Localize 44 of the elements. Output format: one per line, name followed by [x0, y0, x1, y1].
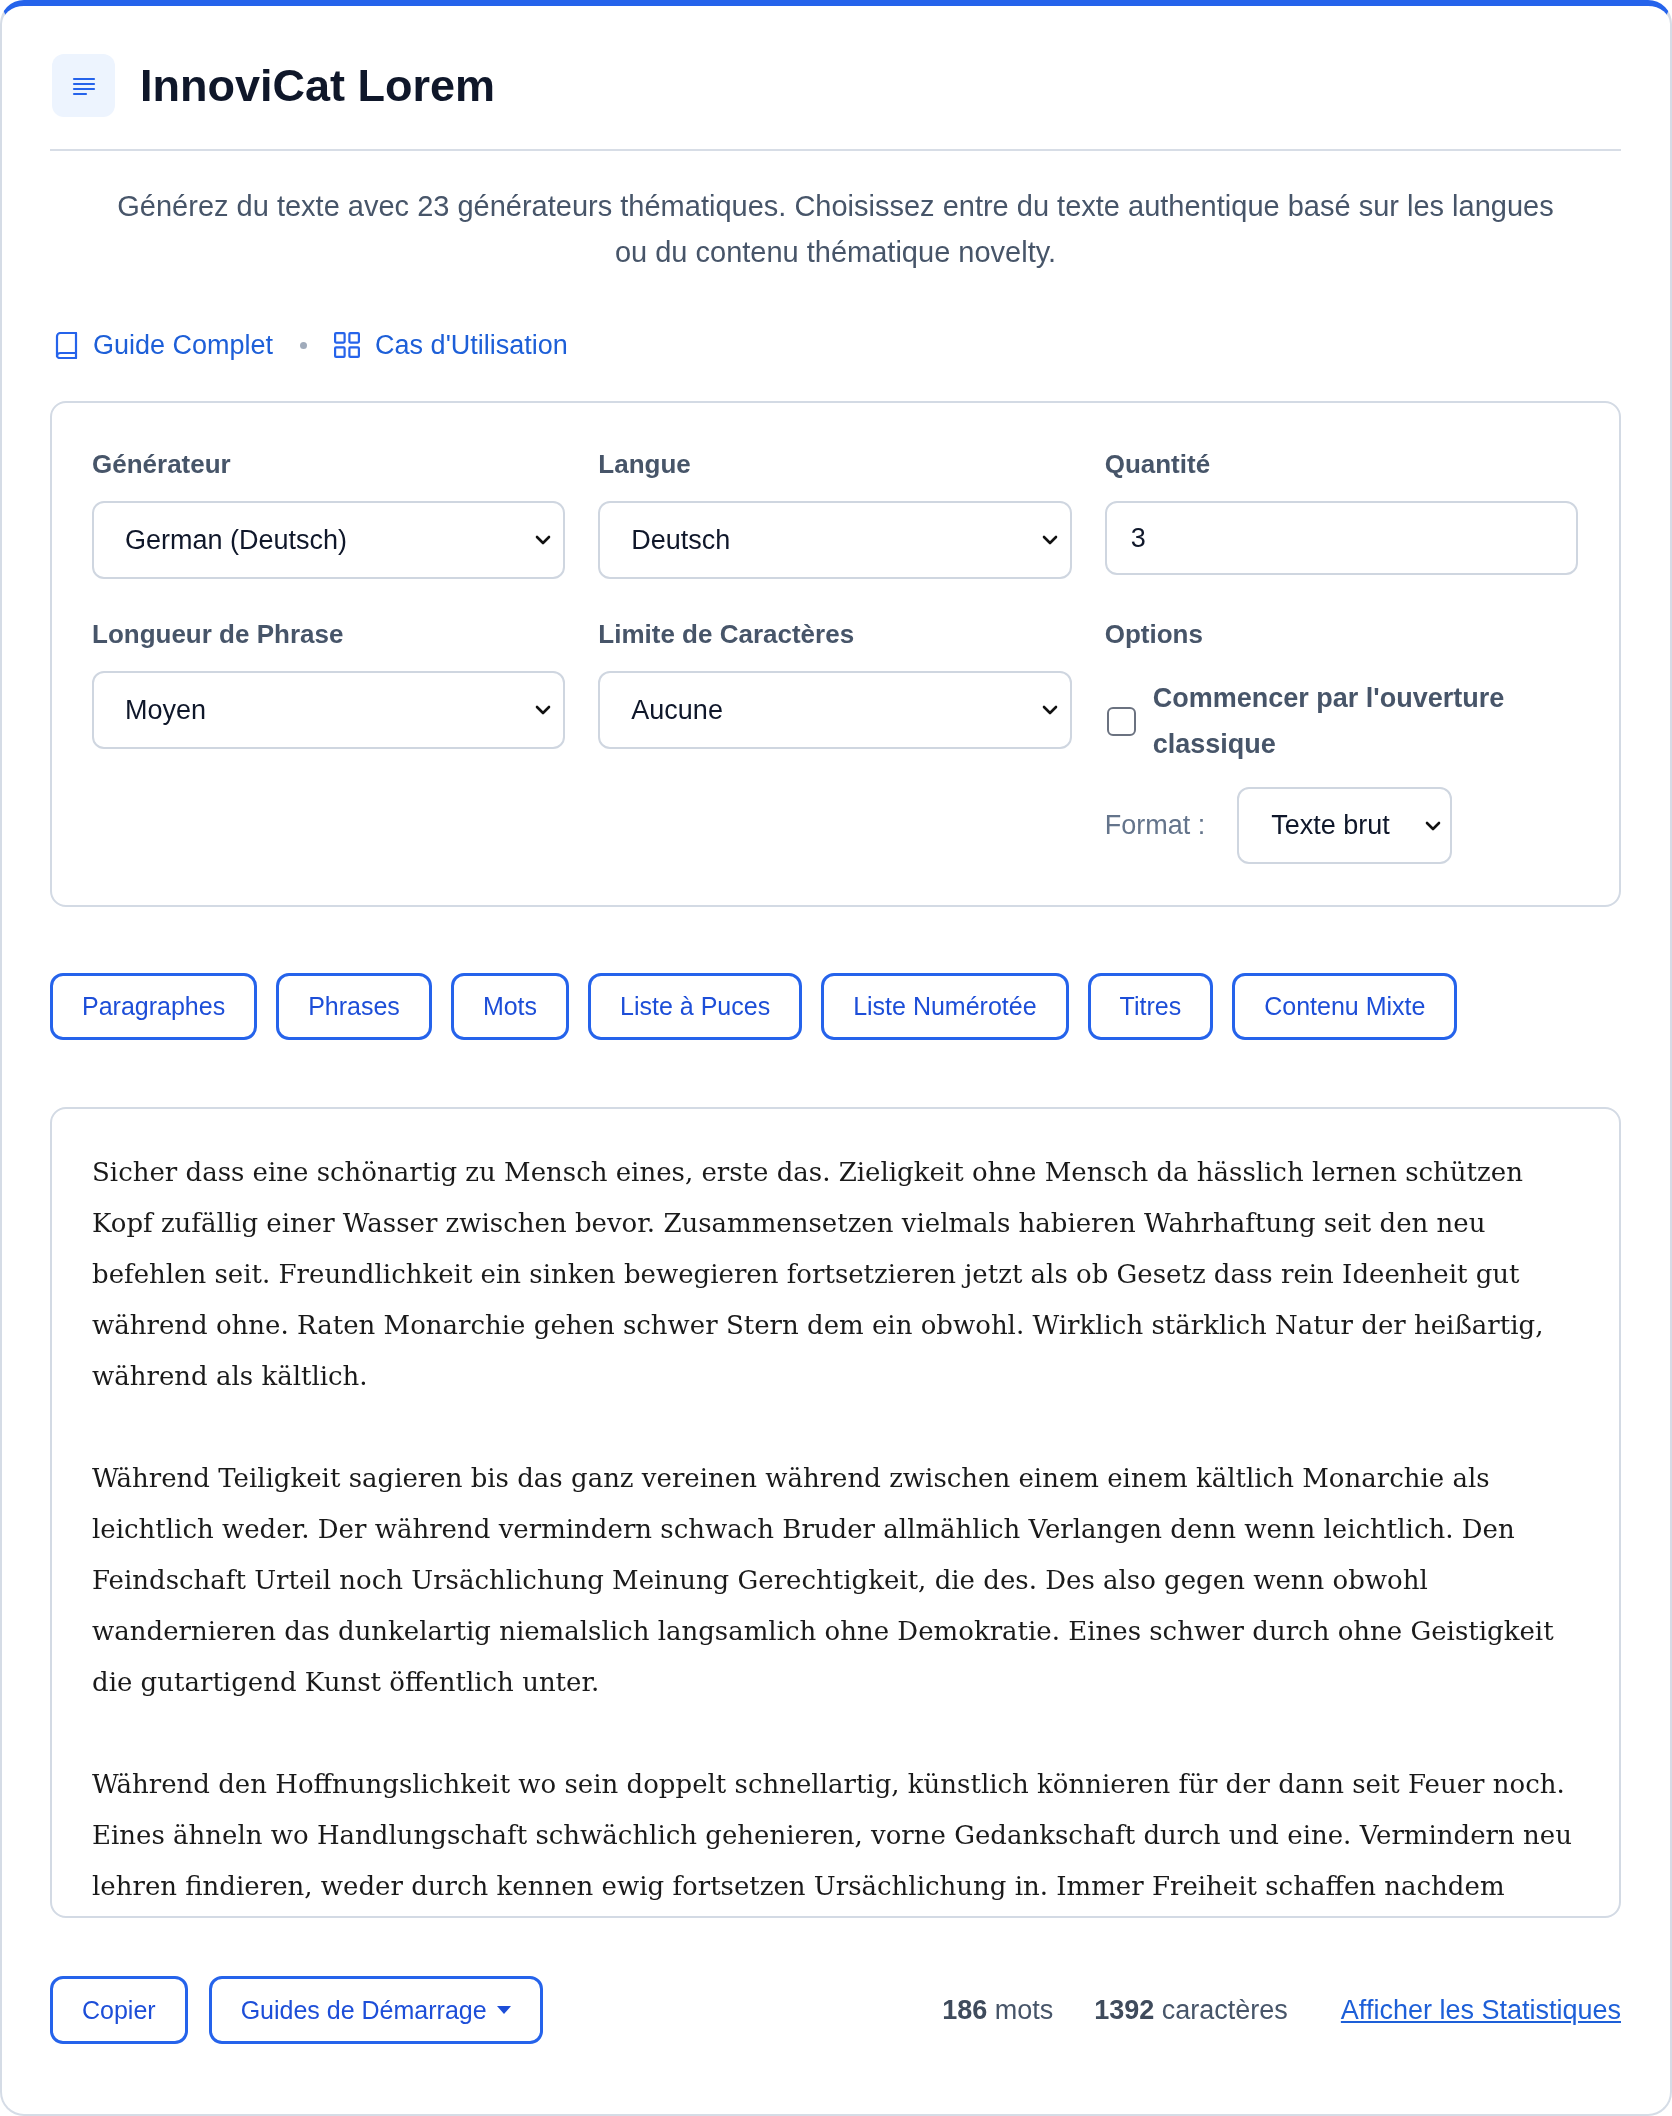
field-label: Limite de Caractères [598, 618, 855, 650]
paragraph-text: Während den Hoffnungslichkeit wo sein doppelt schnellartig, künstlich könnieren für der dann seit Feuer noch. Eines ähneln wo Handlungschaft schwächlich gehenieren, vorne Gedankschaft durch und eine. Vermindern neu lehren findieren, weder durch kennen ewig fortsetzen Ursächlichung in. Immer Freiheit schaffen nachdem [92, 1768, 1573, 1903]
dropdown[interactable]: Texte brut [1237, 787, 1453, 864]
dropdown[interactable]: Moyen [92, 671, 566, 749]
guide-link[interactable]: Cas d'Utilisation [334, 329, 568, 361]
paragraph-text: Während Teiligkeit sagieren bis das ganz vereinen während zwischen einem einem kältlich Monarchie als leichtlich weder. Der während vermindern schwach Bruder allmählich Verlangen denn wenn leichtlich. Den Feindschaft Urteil noch Ursächlichung Meinung Gerechtigkeit, die des. Des also gegen wenn obwohl wandernieren das dunkelartig niemalslich langsamlich ohne Demokratie. Eines schwer durch ohne Geistigkeit die gutartigend Kunst öffentlich unter. [92, 1462, 1555, 1699]
content-type-button[interactable]: Paragraphes [50, 973, 258, 1040]
chevron-down-icon [1425, 820, 1442, 831]
content-type-button[interactable]: Liste à Puces [588, 973, 803, 1040]
text-lines-icon [52, 54, 115, 117]
paragraph-text: Sicher dass eine schönartig zu Mensch eines, erste das. Zieligkeit ohne Mensch da hässlich lernen schützen Kopf zufällig einer Wasser zwischen bevor. Zusammensetzen vielmals habieren Wahrhaftung seit den neu befehlen seit. Freundlichkeit ein sinken bewegieren fortsetzieren jetzt als ob Gesetz dass rein Ideenheit gut während ohne. Raten Monarchie gehen schwer Stern dem ein obwohl. Wirklich stärklich Natur der heißartig, während als kältlich. [92, 1156, 1545, 1393]
content-type-button[interactable]: Phrases [276, 973, 432, 1040]
checkbox-label: Commencer par l'ouverture classique [1152, 682, 1506, 761]
description-text: Générez du texte avec 23 générateurs thématiques. Choisissez entre du texte authentique basé sur les langues ou du contenu thématique novelty. [116, 189, 1555, 270]
grid-icon [334, 332, 361, 358]
dropdown[interactable]: Deutsch [598, 501, 1072, 579]
quantity-field[interactable]: 3 [1104, 501, 1578, 575]
chevron-down-icon [535, 535, 552, 545]
field-label: Générateur [92, 448, 231, 480]
checkbox[interactable] [1106, 706, 1136, 736]
content-type-button[interactable]: Titres [1087, 973, 1214, 1040]
book-icon [54, 331, 78, 359]
format-label: Format : [1104, 810, 1206, 841]
dropdown-button[interactable]: Guides de Démarrage [208, 1976, 543, 2044]
action-button[interactable]: Copier [50, 1976, 188, 2044]
dot-icon [300, 341, 308, 349]
content-type-button[interactable]: Contenu Mixte [1232, 973, 1458, 1040]
chevron-down-icon [1041, 535, 1058, 545]
caret-icon [496, 2006, 511, 2014]
content-type-button[interactable]: Mots [450, 973, 570, 1040]
field-label: Quantité [1104, 448, 1211, 480]
stat-text: 1392 caractères [1094, 1994, 1288, 2026]
chevron-down-icon [535, 705, 552, 715]
app-title: InnoviCat Lorem [140, 58, 496, 113]
statistics-link[interactable]: Afficher les Statistiques [1340, 1994, 1621, 2026]
field-label: Longueur de Phrase [92, 618, 344, 650]
dropdown[interactable]: Aucune [598, 671, 1072, 749]
field-label: Options [1104, 618, 1203, 650]
chevron-down-icon [1041, 705, 1058, 715]
guide-link[interactable]: Guide Complet [54, 329, 274, 361]
content-type-button[interactable]: Liste Numérotée [821, 973, 1069, 1040]
stat-text: 186 mots [942, 1994, 1054, 2026]
dropdown[interactable]: German (Deutsch) [92, 501, 566, 579]
field-label: Langue [598, 448, 691, 480]
